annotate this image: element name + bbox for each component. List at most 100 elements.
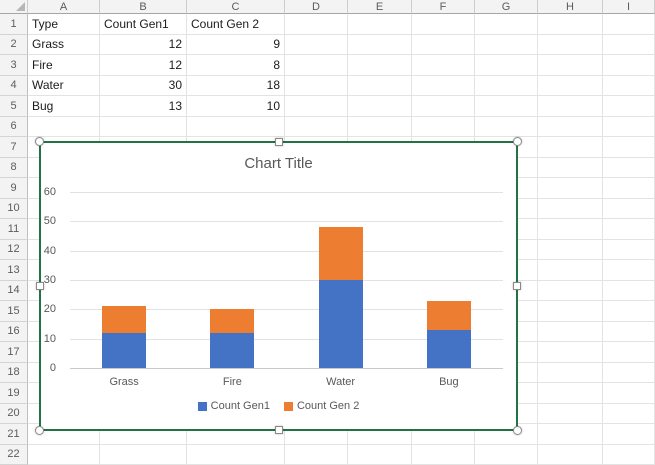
y-tick-label-50[interactable]: 50	[24, 215, 56, 227]
cell-I14[interactable]	[603, 281, 655, 302]
cell-A6[interactable]	[28, 117, 100, 138]
cell-G22[interactable]	[475, 445, 538, 465]
row-header-22[interactable]: 22	[0, 445, 28, 465]
cell-E6[interactable]	[348, 117, 412, 138]
cell-H9[interactable]	[538, 178, 603, 199]
cell-D22[interactable]	[285, 445, 348, 465]
row-header-4[interactable]: 4	[0, 76, 28, 97]
cell-H12[interactable]	[538, 240, 603, 261]
cell-B2[interactable]: 12	[100, 35, 187, 56]
cell-D2[interactable]	[285, 35, 348, 56]
bar-fire-count-gen-2[interactable]	[210, 309, 254, 332]
cell-I19[interactable]	[603, 383, 655, 404]
cell-C5[interactable]: 10	[187, 96, 285, 117]
bar-fire-count-gen1[interactable]	[210, 333, 254, 368]
cell-I16[interactable]	[603, 322, 655, 343]
cell-F2[interactable]	[412, 35, 475, 56]
cell-I3[interactable]	[603, 55, 655, 76]
cell-H14[interactable]	[538, 281, 603, 302]
column-header-E[interactable]: E	[348, 0, 412, 14]
cell-D1[interactable]	[285, 14, 348, 35]
cell-I2[interactable]	[603, 35, 655, 56]
cell-H20[interactable]	[538, 404, 603, 425]
cell-I11[interactable]	[603, 219, 655, 240]
cell-F4[interactable]	[412, 76, 475, 97]
cell-H1[interactable]	[538, 14, 603, 35]
cell-C3[interactable]: 8	[187, 55, 285, 76]
resize-handle-w[interactable]	[36, 282, 44, 290]
cell-E5[interactable]	[348, 96, 412, 117]
cell-I17[interactable]	[603, 342, 655, 363]
column-header-B[interactable]: B	[100, 0, 187, 14]
cell-F3[interactable]	[412, 55, 475, 76]
cell-A3[interactable]: Fire	[28, 55, 100, 76]
resize-handle-e[interactable]	[513, 282, 521, 290]
chart[interactable]: Chart Title Count Gen1Count Gen 2 010203…	[39, 141, 518, 431]
cell-B3[interactable]: 12	[100, 55, 187, 76]
cell-F22[interactable]	[412, 445, 475, 465]
cell-A4[interactable]: Water	[28, 76, 100, 97]
cell-G4[interactable]	[475, 76, 538, 97]
cell-B5[interactable]: 13	[100, 96, 187, 117]
bar-grass-count-gen-2[interactable]	[102, 306, 146, 332]
cell-H7[interactable]	[538, 137, 603, 158]
cell-H19[interactable]	[538, 383, 603, 404]
chart-legend[interactable]: Count Gen1 Count Gen 2	[41, 400, 516, 412]
cell-I1[interactable]	[603, 14, 655, 35]
cell-G2[interactable]	[475, 35, 538, 56]
cell-H22[interactable]	[538, 445, 603, 465]
resize-handle-n[interactable]	[275, 138, 283, 146]
row-header-19[interactable]: 19	[0, 383, 28, 404]
category-label-fire[interactable]: Fire	[178, 376, 286, 388]
resize-handle-ne[interactable]	[513, 137, 522, 146]
cell-E4[interactable]	[348, 76, 412, 97]
cell-G3[interactable]	[475, 55, 538, 76]
column-header-I[interactable]: I	[603, 0, 655, 14]
cell-C6[interactable]	[187, 117, 285, 138]
row-header-3[interactable]: 3	[0, 55, 28, 76]
cell-H21[interactable]	[538, 424, 603, 445]
category-label-bug[interactable]: Bug	[395, 376, 503, 388]
cell-H6[interactable]	[538, 117, 603, 138]
cell-D6[interactable]	[285, 117, 348, 138]
cell-F5[interactable]	[412, 96, 475, 117]
bar-grass-count-gen1[interactable]	[102, 333, 146, 368]
cell-B22[interactable]	[100, 445, 187, 465]
cell-B6[interactable]	[100, 117, 187, 138]
y-tick-label-60[interactable]: 60	[24, 186, 56, 198]
cell-H11[interactable]	[538, 219, 603, 240]
row-header-20[interactable]: 20	[0, 404, 28, 425]
cell-G1[interactable]	[475, 14, 538, 35]
legend-item-count-gen-2[interactable]: Count Gen 2	[284, 400, 359, 412]
cell-D5[interactable]	[285, 96, 348, 117]
cell-G5[interactable]	[475, 96, 538, 117]
cell-I7[interactable]	[603, 137, 655, 158]
row-header-6[interactable]: 6	[0, 117, 28, 138]
cell-D4[interactable]	[285, 76, 348, 97]
cell-I8[interactable]	[603, 158, 655, 179]
cell-A5[interactable]: Bug	[28, 96, 100, 117]
cell-H4[interactable]	[538, 76, 603, 97]
cell-H5[interactable]	[538, 96, 603, 117]
cell-I15[interactable]	[603, 301, 655, 322]
resize-handle-nw[interactable]	[35, 137, 44, 146]
cell-I4[interactable]	[603, 76, 655, 97]
cell-H10[interactable]	[538, 199, 603, 220]
resize-handle-se[interactable]	[513, 426, 522, 435]
y-tick-label-0[interactable]: 0	[24, 362, 56, 374]
cell-A2[interactable]: Grass	[28, 35, 100, 56]
cell-H13[interactable]	[538, 260, 603, 281]
cell-E22[interactable]	[348, 445, 412, 465]
cell-I12[interactable]	[603, 240, 655, 261]
legend-item-count-gen1[interactable]: Count Gen1	[198, 400, 270, 412]
cell-E1[interactable]	[348, 14, 412, 35]
category-label-grass[interactable]: Grass	[70, 376, 178, 388]
cell-H8[interactable]	[538, 158, 603, 179]
cell-B4[interactable]: 30	[100, 76, 187, 97]
cell-C22[interactable]	[187, 445, 285, 465]
cell-H15[interactable]	[538, 301, 603, 322]
cell-C2[interactable]: 9	[187, 35, 285, 56]
column-header-G[interactable]: G	[475, 0, 538, 14]
bar-water-count-gen1[interactable]	[319, 280, 363, 368]
cell-A1[interactable]: Type	[28, 14, 100, 35]
